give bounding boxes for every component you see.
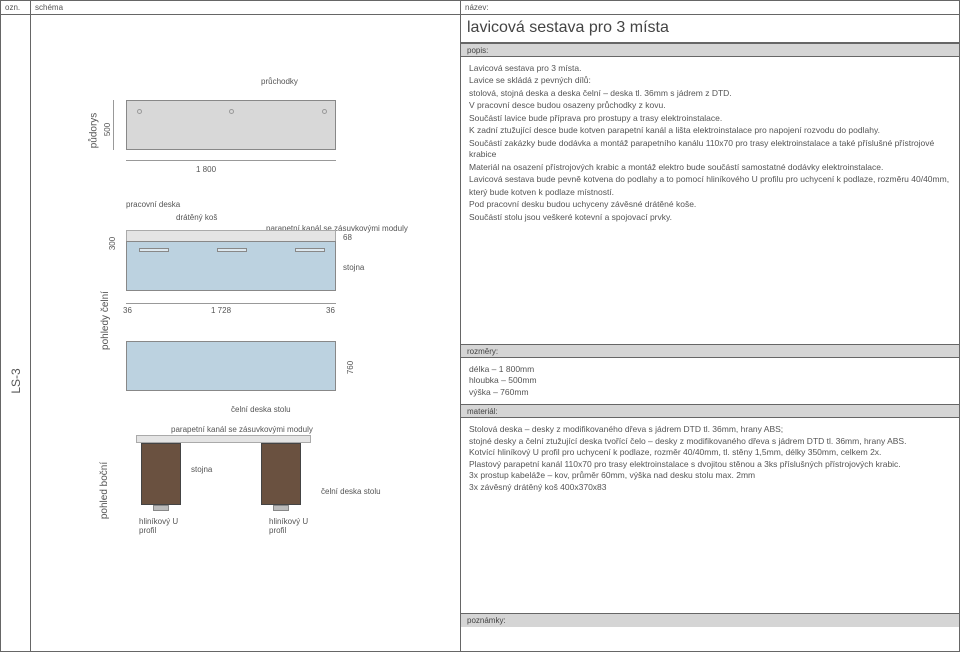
label-celni-deska: čelní deska stolu: [231, 405, 291, 414]
popis-line: Materiál na osazení přístrojových krabic…: [469, 162, 951, 173]
front-top-board: [126, 230, 336, 241]
grommet-icon: [229, 109, 234, 114]
material-line: stojné desky a čelní ztužující deska tvo…: [469, 436, 951, 447]
nazev-label: název:: [461, 1, 959, 15]
drawing-area: půdorys průchodky 500 1 800 pohledy čeln…: [31, 15, 460, 651]
vlabel-pudorys: půdorys: [88, 113, 99, 149]
dim-760: 760: [346, 361, 355, 374]
dim-line: [113, 100, 114, 150]
info-column: název: lavicová sestava pro 3 místa popi…: [461, 1, 959, 651]
material-label: materiál:: [461, 404, 959, 418]
popis-line: Součástí lavice bude příprava pro prostu…: [469, 113, 951, 124]
dim-1728: 1 728: [211, 306, 231, 315]
label-hlinik-u-2: hliníkový U profil: [269, 517, 308, 535]
vlabel-bocni: pohled boční: [99, 462, 110, 519]
label-pracovni-deska: pracovní deska: [126, 200, 180, 209]
ozn-header: ozn.: [1, 1, 30, 15]
basket-icon: [139, 248, 169, 252]
material-line: Kotvící hliníkový U profil pro uchycení …: [469, 447, 951, 458]
label-stojna-2: stojna: [191, 465, 212, 474]
dim-1800: 1 800: [196, 165, 216, 174]
dim-500: 500: [103, 123, 112, 136]
rozmery-line: hloubka – 500mm: [469, 375, 951, 386]
popis-line: Lavice se skládá z pevných dílů:: [469, 75, 951, 86]
label-celni-deska-2: čelní deska stolu: [321, 487, 381, 496]
poznamky-body: [461, 627, 959, 651]
grommet-icon: [322, 109, 327, 114]
front-view-1: [126, 241, 336, 291]
label-hlinik-u-1: hliníkový U profil: [139, 517, 178, 535]
dim-line: [126, 303, 336, 304]
material-line: Plastový parapetní kanál 110x70 pro tras…: [469, 459, 951, 470]
side-leg: [141, 443, 181, 505]
popis-line: V pracovní desce budou osazeny průchodky…: [469, 100, 951, 111]
u-profile-icon: [153, 505, 169, 511]
nazev-value: lavicová sestava pro 3 místa: [461, 15, 959, 43]
popis-line: stolová, stojná deska a deska čelní – de…: [469, 88, 951, 99]
spacer: [461, 499, 959, 613]
u-profile-icon: [273, 505, 289, 511]
material-line: Stolová deska – desky z modifikovaného d…: [469, 424, 951, 435]
plan-rectangle: [126, 100, 336, 150]
popis-line: Lavicová sestava pro 3 místa.: [469, 63, 951, 74]
popis-line: Lavicová sestava bude pevně kotvena do p…: [469, 174, 951, 185]
rozmery-label: rozměry:: [461, 344, 959, 358]
popis-line: Součástí stolu jsou veškeré kotevní a sp…: [469, 212, 951, 223]
grommet-icon: [137, 109, 142, 114]
schema-column: schéma půdorys průchodky 500 1 800 pohle…: [31, 1, 461, 651]
left-code-column: ozn. LS-3: [1, 1, 31, 651]
side-top-board: [136, 435, 311, 443]
rozmery-line: výška – 760mm: [469, 387, 951, 398]
popis-line: který bude kotven k podlaze místností.: [469, 187, 951, 198]
dim-36b: 36: [326, 306, 335, 315]
schema-header: schéma: [31, 1, 460, 15]
basket-icon: [217, 248, 247, 252]
popis-line: K zadní ztužující desce bude kotven para…: [469, 125, 951, 136]
side-leg: [261, 443, 301, 505]
rozmery-body: délka – 1 800mm hloubka – 500mm výška – …: [461, 358, 959, 404]
label-drateny-kos: drátěný koš: [176, 213, 217, 222]
page-root: ozn. LS-3 schéma půdorys průchodky 500 1…: [0, 0, 960, 652]
drawing-code: LS-3: [9, 368, 23, 393]
label-pruchodky: průchodky: [261, 77, 298, 86]
popis-line: Pod pracovní desku budou uchyceny závěsn…: [469, 199, 951, 210]
material-body: Stolová deska – desky z modifikovaného d…: [461, 418, 959, 499]
popis-line: Součástí zakázky bude dodávka a montáž p…: [469, 138, 951, 161]
label-parapetni-kanal-2: parapetní kanál se zásuvkovými moduly: [171, 425, 313, 434]
popis-label: popis:: [461, 43, 959, 57]
material-line: 3x závěsný drátěný koš 400x370x83: [469, 482, 951, 493]
poznamky-label: poznámky:: [461, 613, 959, 627]
spacer: [461, 230, 959, 344]
vlabel-celni: pohledy čelní: [100, 291, 111, 350]
rozmery-line: délka – 1 800mm: [469, 364, 951, 375]
material-line: 3x prostup kabeláže – kov, průměr 60mm, …: [469, 470, 951, 481]
dim-36a: 36: [123, 306, 132, 315]
basket-icon: [295, 248, 325, 252]
front-view-2: [126, 341, 336, 391]
popis-body: Lavicová sestava pro 3 místa. Lavice se …: [461, 57, 959, 230]
label-stojna: stojna: [343, 263, 364, 272]
dim-68: 68: [343, 233, 352, 242]
dim-300: 300: [108, 237, 117, 250]
dim-line: [126, 160, 336, 161]
